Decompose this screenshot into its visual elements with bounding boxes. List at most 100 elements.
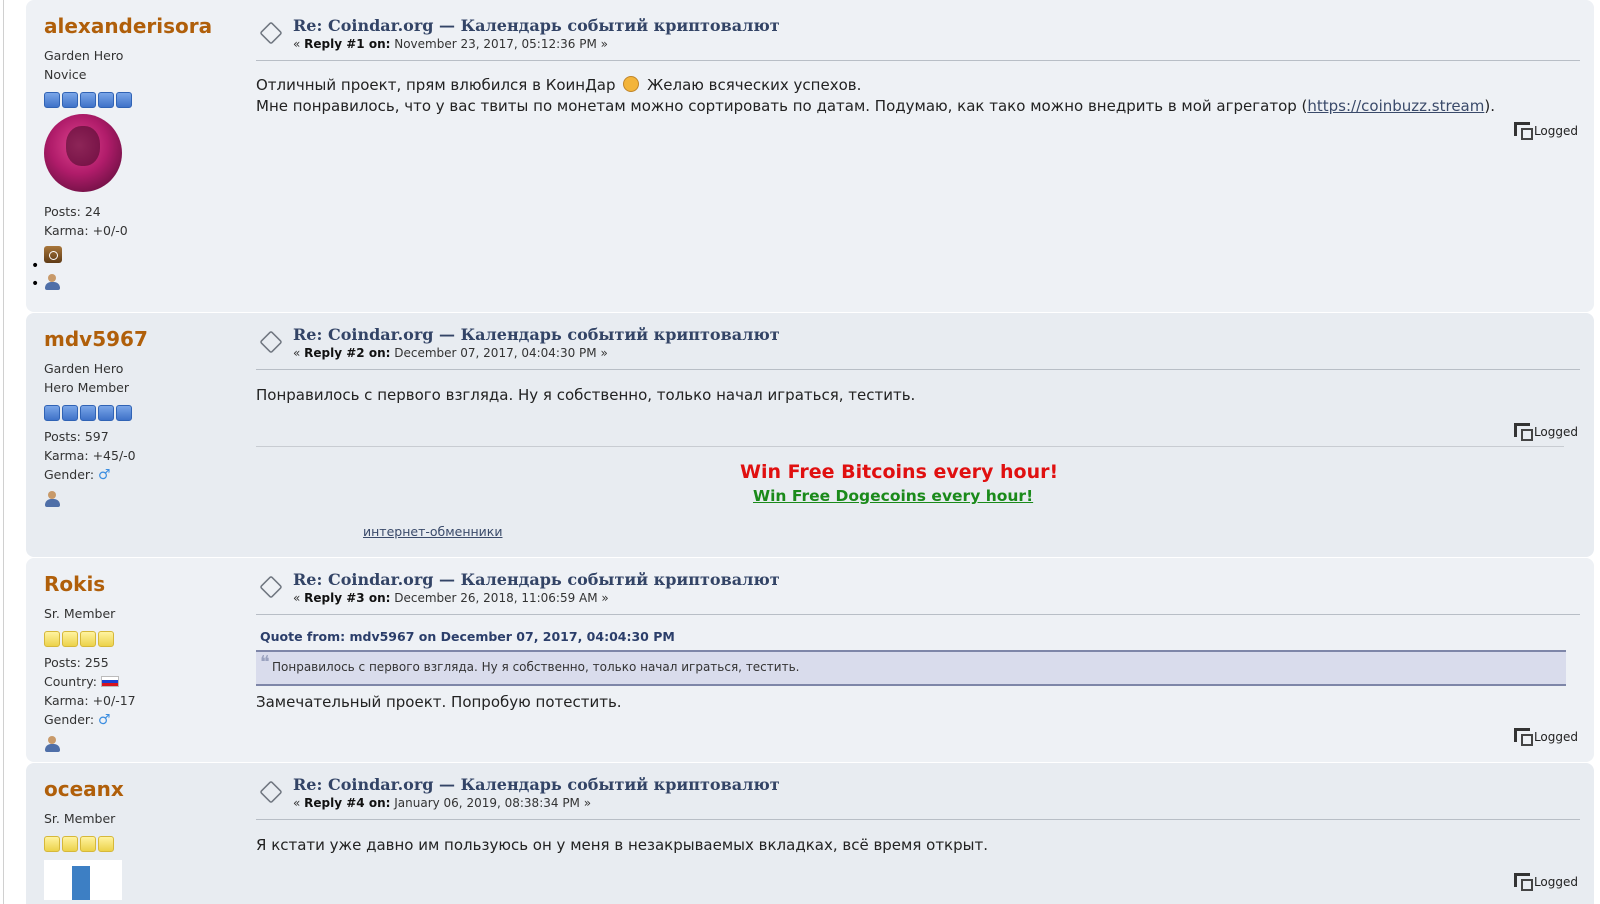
divider: [256, 819, 1580, 820]
member-rank: Sr. Member: [44, 606, 116, 621]
topic-icon: [259, 21, 283, 45]
subject-row: Re: Coindar.org — Календарь событий крип…: [256, 325, 1580, 360]
reply-meta: « Reply #3 on: December 26, 2018, 11:06:…: [293, 591, 1580, 605]
post-count: Posts: 255: [44, 655, 109, 670]
profile-icon[interactable]: [44, 274, 62, 291]
star-icon: [80, 836, 96, 852]
bullet-item: •: [31, 274, 62, 292]
post-body: Я кстати уже давно им пользуюсь он у мен…: [256, 836, 988, 854]
member-rank: Novice: [44, 67, 87, 82]
poster-info: oceanx Sr. Member: [44, 777, 244, 900]
smiley-icon: [623, 76, 640, 92]
reply-date: December 07, 2017, 04:04:30 PM »: [394, 346, 608, 360]
post-subject-link[interactable]: Re: Coindar.org — Календарь событий крип…: [293, 775, 1580, 795]
post-subject-link[interactable]: Re: Coindar.org — Календарь событий крип…: [293, 570, 1580, 590]
karma: Karma: +0/-17: [44, 693, 136, 708]
dogecoin-ad-link[interactable]: Win Free Dogecoins every hour!: [753, 487, 1033, 505]
reply-number: Reply #2 on:: [304, 346, 391, 360]
body-text: Желаю всяческих успехов.: [647, 76, 862, 94]
coinbuzz-link[interactable]: https://coinbuzz.stream: [1307, 97, 1484, 115]
subject-row: Re: Coindar.org — Календарь событий крип…: [256, 570, 1580, 605]
logged-indicator: Logged: [1513, 873, 1578, 891]
star-icon: [98, 92, 114, 108]
star-icon: [98, 836, 114, 852]
topic-icon: [259, 330, 283, 354]
star-icon: [80, 405, 96, 421]
bitcoin-ad-link[interactable]: Win Free Bitcoins every hour!: [740, 461, 1058, 483]
reply-prefix: «: [293, 37, 305, 51]
avatar[interactable]: [44, 114, 122, 192]
profile-icon[interactable]: [44, 736, 62, 753]
member-group: Garden Hero: [44, 361, 124, 376]
post-3: Rokis Sr. Member Posts: 255 Country: Kar…: [26, 558, 1594, 762]
author-link[interactable]: mdv5967: [44, 327, 244, 351]
signature-divider: [256, 446, 1564, 447]
divider: [256, 369, 1580, 370]
reply-prefix: «: [293, 346, 305, 360]
topic-icon: [259, 575, 283, 599]
male-icon: ♂: [98, 712, 111, 728]
star-icon: [62, 405, 78, 421]
bullet-item: •: [31, 258, 40, 274]
author-link[interactable]: alexanderisora: [44, 14, 244, 38]
logged-label: Logged: [1533, 425, 1578, 439]
divider: [256, 614, 1580, 615]
reply-date: December 26, 2018, 11:06:59 AM »: [394, 591, 609, 605]
post-count: Posts: 597: [44, 429, 109, 444]
reply-date: January 06, 2019, 08:38:34 PM »: [394, 796, 592, 810]
reply-meta: « Reply #2 on: December 07, 2017, 04:04:…: [293, 346, 1580, 360]
logged-indicator: Logged: [1513, 122, 1578, 140]
quote-header-link[interactable]: Quote from: mdv5967 on December 07, 2017…: [256, 629, 1580, 644]
subject-row: Re: Coindar.org — Календарь событий крип…: [256, 775, 1580, 810]
star-icon: [98, 405, 114, 421]
logged-icon: [1513, 728, 1533, 746]
logged-icon: [1513, 423, 1533, 441]
reply-date: November 23, 2017, 05:12:36 PM »: [394, 37, 608, 51]
country: Country:: [44, 672, 244, 691]
star-icon: [44, 836, 60, 852]
member-group: Garden Hero: [44, 48, 124, 63]
star-icon: [44, 405, 60, 421]
rank-stars: [44, 631, 244, 647]
post-1: alexanderisora Garden Hero Novice Posts:…: [26, 0, 1594, 312]
member-rank: Hero Member: [44, 380, 129, 395]
reply-number: Reply #1 on:: [304, 37, 391, 51]
author-link[interactable]: Rokis: [44, 572, 244, 596]
post-count: Posts: 24: [44, 204, 101, 219]
author-link[interactable]: oceanx: [44, 777, 244, 801]
star-icon: [98, 631, 114, 647]
profile-icon[interactable]: [44, 491, 62, 508]
rank-stars: [44, 405, 244, 421]
rank-stars: [44, 92, 244, 108]
post-content: Re: Coindar.org — Календарь событий крип…: [256, 775, 1580, 891]
star-icon: [44, 631, 60, 647]
logged-indicator: Logged: [1513, 423, 1578, 441]
divider: [256, 60, 1580, 61]
reply-meta: « Reply #1 on: November 23, 2017, 05:12:…: [293, 37, 1580, 51]
gender: Gender: ♂: [44, 710, 244, 730]
star-icon: [62, 631, 78, 647]
logged-icon: [1513, 122, 1533, 140]
post-subject-link[interactable]: Re: Coindar.org — Календарь событий крип…: [293, 16, 1580, 36]
reply-prefix: «: [293, 591, 305, 605]
gender-label: Gender:: [44, 712, 95, 727]
star-icon: [80, 631, 96, 647]
post-body: Отличный проект, прям влюбился в КоинДар…: [256, 75, 1580, 117]
gender: Gender: ♂: [44, 465, 244, 485]
post-2: mdv5967 Garden Hero Hero Member Posts: 5…: [26, 313, 1594, 557]
star-icon: [116, 405, 132, 421]
reply-number: Reply #3 on:: [304, 591, 391, 605]
poster-info: alexanderisora Garden Hero Novice Posts:…: [44, 14, 244, 267]
logged-icon: [1513, 873, 1533, 891]
karma: Karma: +0/-0: [44, 223, 128, 238]
reply-prefix: «: [293, 796, 305, 810]
avatar[interactable]: [44, 860, 122, 900]
post-subject-link[interactable]: Re: Coindar.org — Календарь событий крип…: [293, 325, 1580, 345]
male-icon: ♂: [98, 467, 111, 483]
poster-info: mdv5967 Garden Hero Hero Member Posts: 5…: [44, 327, 244, 512]
exchangers-link[interactable]: интернет-обменники: [363, 524, 502, 539]
body-text: Мне понравилось, что у вас твиты по моне…: [256, 97, 1308, 115]
subject-row: Re: Coindar.org — Календарь событий крип…: [256, 16, 1580, 51]
logged-label: Logged: [1533, 875, 1578, 889]
logged-label: Logged: [1533, 730, 1578, 744]
